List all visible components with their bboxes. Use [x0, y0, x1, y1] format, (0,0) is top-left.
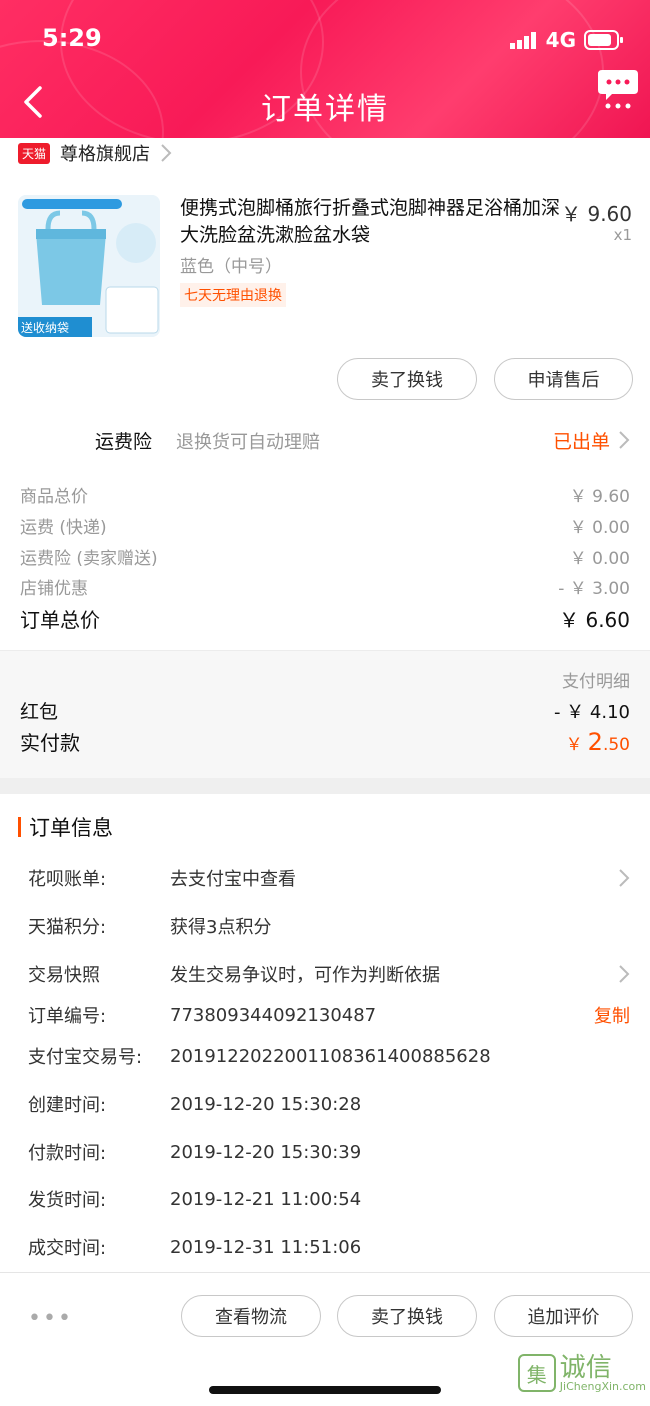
info-value: 2019-12-21 11:00:54 [170, 1188, 362, 1210]
fee-row: 运费 (快递) ￥ 0.00 [20, 512, 630, 538]
paid-time-row: 付款时间: 2019-12-20 15:30:39 [28, 1137, 630, 1167]
paid-label: 实付款 [20, 731, 80, 755]
sell-for-cash-footer-button[interactable]: 卖了换钱 [337, 1295, 477, 1337]
order-total-row: 订单总价 ￥ 6.60 [20, 605, 630, 632]
sell-for-cash-button[interactable]: 卖了换钱 [337, 358, 477, 400]
signal-icon [509, 32, 536, 49]
watermark-text: 诚信 JiChengXin.com [560, 1355, 646, 1392]
product-image[interactable]: 送收纳袋 [18, 195, 160, 337]
watermark-cn: 诚信 [559, 1352, 612, 1383]
tmall-badge: 天猫 [18, 142, 51, 164]
trade-snapshot-row[interactable]: 交易快照 发生交易争议时，可作为判断依据 [28, 959, 630, 989]
info-value: 2019-12-20 15:30:28 [170, 1093, 362, 1115]
shipping-insurance-desc: 退换货可自动理赔 [176, 432, 320, 453]
fee-row: 商品总价 ￥ 9.60 [20, 481, 630, 507]
info-key: 创建时间: [28, 1095, 107, 1116]
accent-bar [18, 817, 21, 837]
huabei-bill-row[interactable]: 花呗账单: 去支付宝中查看 [28, 863, 630, 893]
fee-value: ￥ 0.00 [569, 548, 630, 569]
page-title: 订单详情 [261, 92, 389, 127]
created-time-row: 创建时间: 2019-12-20 15:30:28 [28, 1089, 630, 1119]
copy-button[interactable]: 复制 [594, 1002, 630, 1028]
shipping-insurance-status[interactable]: 已出单 [553, 427, 610, 454]
info-key: 交易快照 [28, 965, 100, 986]
fee-row: 店铺优惠 - ￥ 3.00 [20, 573, 630, 599]
add-review-button[interactable]: 追加评价 [494, 1295, 633, 1337]
redpacket-row: 红包 - ￥ 4.10 [20, 697, 630, 724]
fee-value: - ￥ 3.00 [558, 578, 630, 599]
fee-row: 运费险 (卖家赠送) ￥ 0.00 [20, 543, 630, 569]
fee-label: 店铺优惠 [20, 578, 88, 599]
home-indicator[interactable] [209, 1386, 441, 1394]
redpacket-label: 红包 [20, 701, 59, 723]
status-time: 5:29 [42, 24, 102, 52]
battery-icon [584, 30, 623, 50]
order-number-row: 订单编号: 773809344092130487 复制 [28, 1000, 630, 1030]
watermark-logo: 集 诚信 JiChengXin.com [517, 1354, 646, 1392]
info-value: 获得3点积分 [170, 917, 272, 938]
fee-value: ￥ 9.60 [569, 486, 630, 507]
paid-currency: ￥ [565, 734, 583, 755]
info-key: 付款时间: [28, 1143, 107, 1164]
section-divider [0, 778, 650, 794]
paid-integer: 2 [587, 727, 603, 756]
info-key: 花呗账单: [28, 869, 107, 890]
status-indicators: 4G [509, 28, 624, 52]
product-sku: 蓝色（中号） [180, 257, 282, 277]
alipay-trade-row: 支付宝交易号: 2019122022001108361400885628 [28, 1041, 630, 1071]
info-key: 发货时间: [28, 1190, 107, 1211]
footer-divider [0, 1272, 650, 1273]
shipped-time-row: 发货时间: 2019-12-21 11:00:54 [28, 1184, 630, 1214]
watermark-en: JiChengXin.com [559, 1379, 646, 1393]
return-policy-tag: 七天无理由退换 [180, 283, 286, 307]
paid-row: 实付款 ￥ 2.50 [20, 727, 630, 756]
info-value: 去支付宝中查看 [170, 869, 296, 890]
product-image-caption: 送收纳袋 [21, 321, 70, 335]
more-options-icon[interactable]: ••• [28, 1306, 73, 1331]
view-logistics-button[interactable]: 查看物流 [181, 1295, 321, 1337]
chat-menu-icon[interactable] [596, 66, 640, 110]
watermark-logo-mark: 集 [517, 1354, 556, 1392]
paid-decimal: .50 [602, 734, 630, 755]
chevron-right-icon[interactable] [618, 430, 630, 450]
info-value: 2019-12-31 11:51:06 [170, 1236, 362, 1258]
chevron-right-icon [619, 965, 630, 983]
fee-label: 运费险 (卖家赠送) [20, 548, 158, 569]
product-quantity: x1 [613, 226, 632, 244]
chevron-right-icon [619, 869, 630, 887]
order-total-value: ￥ 6.60 [559, 607, 630, 632]
completed-time-row: 成交时间: 2019-12-31 11:51:06 [28, 1232, 630, 1262]
payment-detail-link[interactable]: 支付明细 [562, 667, 630, 692]
info-key: 成交时间: [28, 1238, 107, 1259]
after-sale-button[interactable]: 申请售后 [494, 358, 633, 400]
chevron-right-icon [161, 144, 172, 162]
fee-label: 运费 (快递) [20, 517, 107, 538]
info-value: 发生交易争议时，可作为判断依据 [170, 965, 440, 986]
tmall-points-row: 天猫积分: 获得3点积分 [28, 911, 630, 941]
info-value: 2019-12-20 15:30:39 [170, 1141, 362, 1163]
shipping-insurance-label: 运费险 [95, 431, 153, 453]
info-key: 订单编号: [28, 1006, 107, 1027]
product-price: ￥ 9.60 [561, 202, 632, 226]
info-key: 支付宝交易号: [28, 1047, 143, 1068]
info-value: 773809344092130487 [170, 1004, 377, 1026]
product-title[interactable]: 便携式泡脚桶旅行折叠式泡脚神器足浴桶加深大洗脸盆洗漱脸盆水袋 [180, 195, 560, 249]
nav-header: 5:29 4G 订单详情 [0, 0, 650, 138]
network-type: 4G [545, 28, 576, 52]
order-info-title: 订单信息 [18, 812, 113, 842]
paid-amount: ￥ 2.50 [566, 728, 630, 756]
info-value: 2019122022001108361400885628 [170, 1045, 491, 1067]
redpacket-value: - ￥ 4.10 [553, 701, 630, 723]
shop-name: 尊格旗舰店 [60, 144, 151, 165]
fee-label: 商品总价 [20, 486, 88, 507]
fee-value: ￥ 0.00 [569, 517, 630, 538]
shop-row[interactable]: 天猫 尊格旗舰店 [18, 140, 172, 166]
order-total-label: 订单总价 [20, 607, 100, 632]
product-picture [18, 195, 160, 337]
order-info-heading: 订单信息 [29, 816, 113, 840]
info-key: 天猫积分: [28, 917, 107, 938]
payment-summary: 支付明细 红包 - ￥ 4.10 实付款 ￥ 2.50 [0, 650, 650, 779]
